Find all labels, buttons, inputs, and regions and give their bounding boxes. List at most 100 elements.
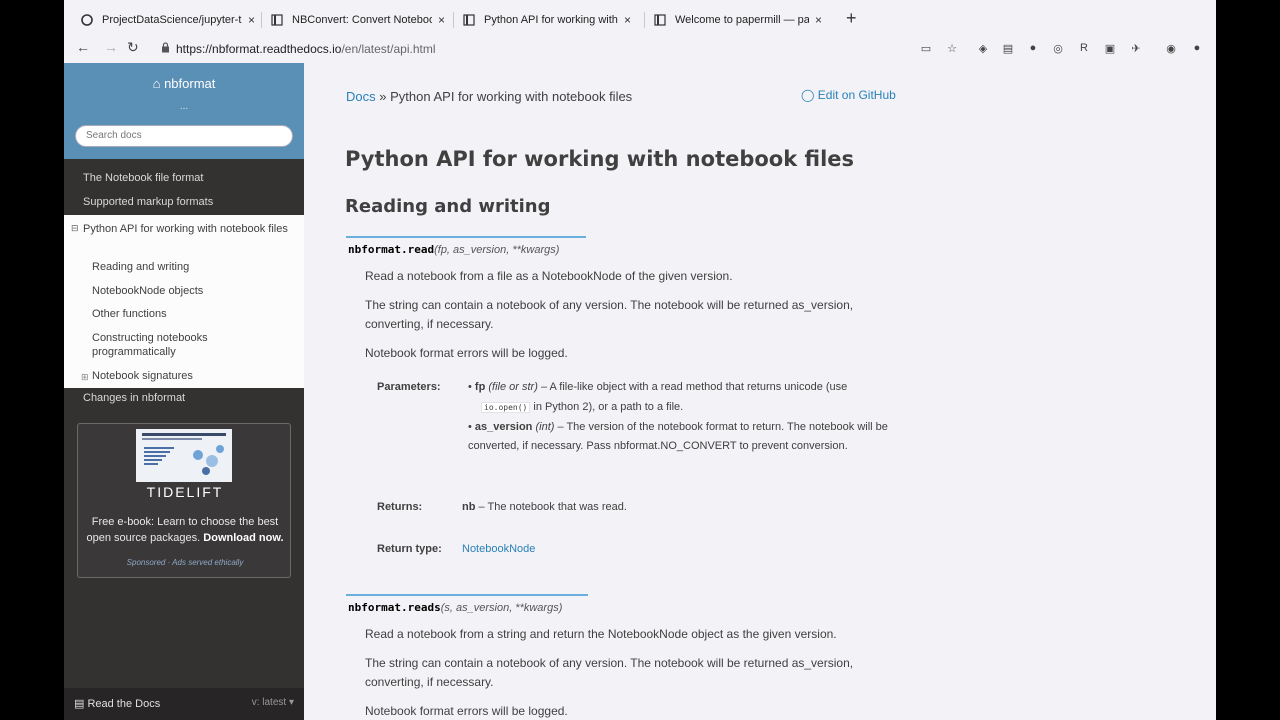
field-label-returns: Returns: — [377, 501, 423, 513]
sidebar-subitem-notebooknode[interactable]: NotebookNode objects — [92, 284, 292, 298]
search-input[interactable]: Search docs — [75, 125, 293, 147]
menu-icon[interactable]: ● — [1190, 41, 1204, 55]
function-args: (fp, as_version, **kwargs) — [434, 244, 560, 256]
github-icon: ◯ — [801, 88, 818, 102]
page-title: Python API for working with notebook fil… — [345, 147, 855, 171]
param-name: fp — [474, 381, 486, 393]
book-icon: ▤ — [74, 698, 88, 710]
tab-github[interactable]: ProjectDataScience/jupyter-tu × — [80, 6, 255, 34]
avatar[interactable]: ◉ — [1164, 41, 1178, 55]
paragraph: Notebook format errors will be logged. — [365, 704, 568, 718]
cast-icon[interactable]: ▭ — [919, 41, 933, 55]
param-fp: • fp (file or str) – A file-like object … — [468, 381, 848, 393]
brand-label: nbformat — [164, 76, 216, 91]
param-type: (file or str) — [488, 381, 538, 393]
collapse-icon[interactable]: ⊟ — [71, 223, 79, 234]
sidebar-subitem-signatures[interactable]: Notebook signatures — [92, 369, 292, 383]
back-button[interactable]: ← — [76, 39, 90, 55]
close-icon[interactable]: × — [438, 13, 445, 27]
param-name: as_version — [474, 421, 533, 433]
param-type: (int) — [535, 421, 555, 433]
edit-on-github-link[interactable]: ◯ Edit on GitHub — [801, 88, 896, 102]
new-tab-button[interactable]: + — [846, 9, 857, 27]
brand[interactable]: ⌂ nbformat — [64, 76, 304, 91]
close-icon[interactable]: × — [624, 13, 631, 27]
home-icon: ⌂ — [152, 76, 165, 91]
breadcrumb-sep: » — [379, 89, 387, 104]
section-title: Reading and writing — [345, 196, 551, 217]
rtd-footer[interactable]: ▤ Read the Docs v: latest ▾ — [64, 688, 304, 720]
param-fp-cont: io.open() in Python 2), or a path to a f… — [481, 398, 881, 417]
tab-title: Welcome to papermill — pape — [675, 14, 809, 26]
sidebar-header: ⌂ nbformat ... Search docs — [64, 63, 304, 159]
extension-icon[interactable]: R — [1077, 41, 1091, 55]
url-path: /en/latest/api.html — [341, 42, 436, 56]
function-name: nbformat.read — [348, 243, 435, 256]
breadcrumb-docs[interactable]: Docs — [346, 89, 376, 104]
field-label-return-type: Return type: — [377, 543, 442, 555]
url-host: https://nbformat.readthedocs.io — [176, 42, 342, 56]
tab-bar: ProjectDataScience/jupyter-tu × NBConver… — [64, 0, 1216, 36]
doc-icon — [270, 13, 284, 27]
sidebar-item-file-format[interactable]: The Notebook file format — [83, 172, 203, 184]
extension-icon[interactable]: ✈ — [1129, 41, 1143, 55]
paragraph: Read a notebook from a file as a Noteboo… — [365, 269, 733, 283]
close-icon[interactable]: × — [248, 13, 255, 27]
extension-icon[interactable]: ◈ — [976, 41, 990, 55]
return-type-link[interactable]: NotebookNode — [462, 540, 535, 559]
returns-value: nb – The notebook that was read. — [462, 498, 627, 517]
inline-code: io.open() — [481, 402, 531, 413]
tab-title: NBConvert: Convert Notebooks — [292, 14, 432, 26]
function-name: nbformat.reads — [348, 601, 441, 614]
ad-image — [136, 429, 232, 482]
return-name: nb — [462, 501, 476, 513]
sponsor-ad[interactable]: TIDELIFT Free e-book: Learn to choose th… — [77, 423, 291, 578]
screen-border — [1216, 0, 1280, 720]
ad-sponsor-note[interactable]: Sponsored · Ads served ethically — [78, 558, 292, 567]
github-icon — [80, 13, 94, 27]
paragraph: The string can contain a notebook of any… — [365, 298, 854, 331]
ad-cta[interactable]: Download now. — [203, 532, 283, 544]
extension-icon[interactable]: ▣ — [1103, 41, 1117, 55]
reload-button[interactable]: ↻ — [127, 39, 139, 56]
sidebar-item-markup-formats[interactable]: Supported markup formats — [83, 196, 213, 208]
breadcrumb-current: Python API for working with notebook fil… — [390, 89, 633, 104]
sidebar-item-changes[interactable]: Changes in nbformat — [83, 392, 185, 404]
ad-text: Free e-book: Learn to choose the best op… — [86, 514, 284, 546]
sidebar-subitem-constructing[interactable]: Constructing notebooks programmatically — [92, 331, 242, 359]
forward-button[interactable]: → — [104, 39, 118, 55]
tab-nbformat-api[interactable]: Python API for working with n × — [462, 6, 631, 34]
lock-icon — [161, 42, 170, 56]
sidebar-item-python-api[interactable]: Python API for working with notebook fil… — [83, 222, 293, 236]
bookmark-star-icon[interactable]: ☆ — [945, 41, 959, 55]
param-desc: – A file-like object with a read method … — [540, 381, 848, 393]
function-signature-read: nbformat.read(fp, as_version, **kwargs) — [348, 236, 559, 256]
function-args: (s, as_version, **kwargs) — [440, 602, 563, 614]
paragraph: Read a notebook from a string and return… — [365, 627, 837, 641]
address-bar-row: ← → ↻ https://nbformat.readthedocs.io/en… — [64, 36, 1216, 63]
extension-icon[interactable]: ▤ — [1001, 41, 1015, 55]
version-label: v: latest — [251, 697, 287, 708]
sidebar: ⌂ nbformat ... Search docs The Notebook … — [64, 63, 304, 720]
tab-nbconvert[interactable]: NBConvert: Convert Notebooks × — [270, 6, 445, 34]
sidebar-subitem-other-functions[interactable]: Other functions — [92, 307, 292, 321]
sidebar-current-section: ⊟ Python API for working with notebook f… — [64, 215, 304, 388]
close-icon[interactable]: × — [815, 13, 822, 27]
tab-title: ProjectDataScience/jupyter-tu — [102, 14, 242, 26]
tab-papermill[interactable]: Welcome to papermill — pape × — [653, 6, 822, 34]
caret-down-icon: ▾ — [288, 697, 294, 708]
paragraph: Notebook format errors will be logged. — [365, 346, 568, 360]
url-field[interactable]: https://nbformat.readthedocs.io/en/lates… — [176, 42, 436, 56]
sidebar-subitem-reading-writing[interactable]: Reading and writing — [92, 260, 292, 274]
extension-icon[interactable]: ◎ — [1051, 41, 1065, 55]
main-content: Docs » Python API for working with noteb… — [304, 63, 1216, 720]
tab-title: Python API for working with n — [484, 14, 618, 26]
breadcrumb: Docs » Python API for working with noteb… — [346, 89, 632, 104]
extension-icon[interactable]: ● — [1026, 41, 1040, 55]
param-desc: in Python 2), or a path to a file. — [533, 401, 684, 413]
expand-icon[interactable]: ⊞ — [81, 372, 89, 383]
return-desc: – The notebook that was read. — [478, 501, 627, 513]
function-signature-reads: nbformat.reads(s, as_version, **kwargs) — [348, 594, 562, 614]
paragraph: The string can contain a notebook of any… — [365, 656, 854, 689]
edit-label: Edit on GitHub — [817, 88, 896, 102]
